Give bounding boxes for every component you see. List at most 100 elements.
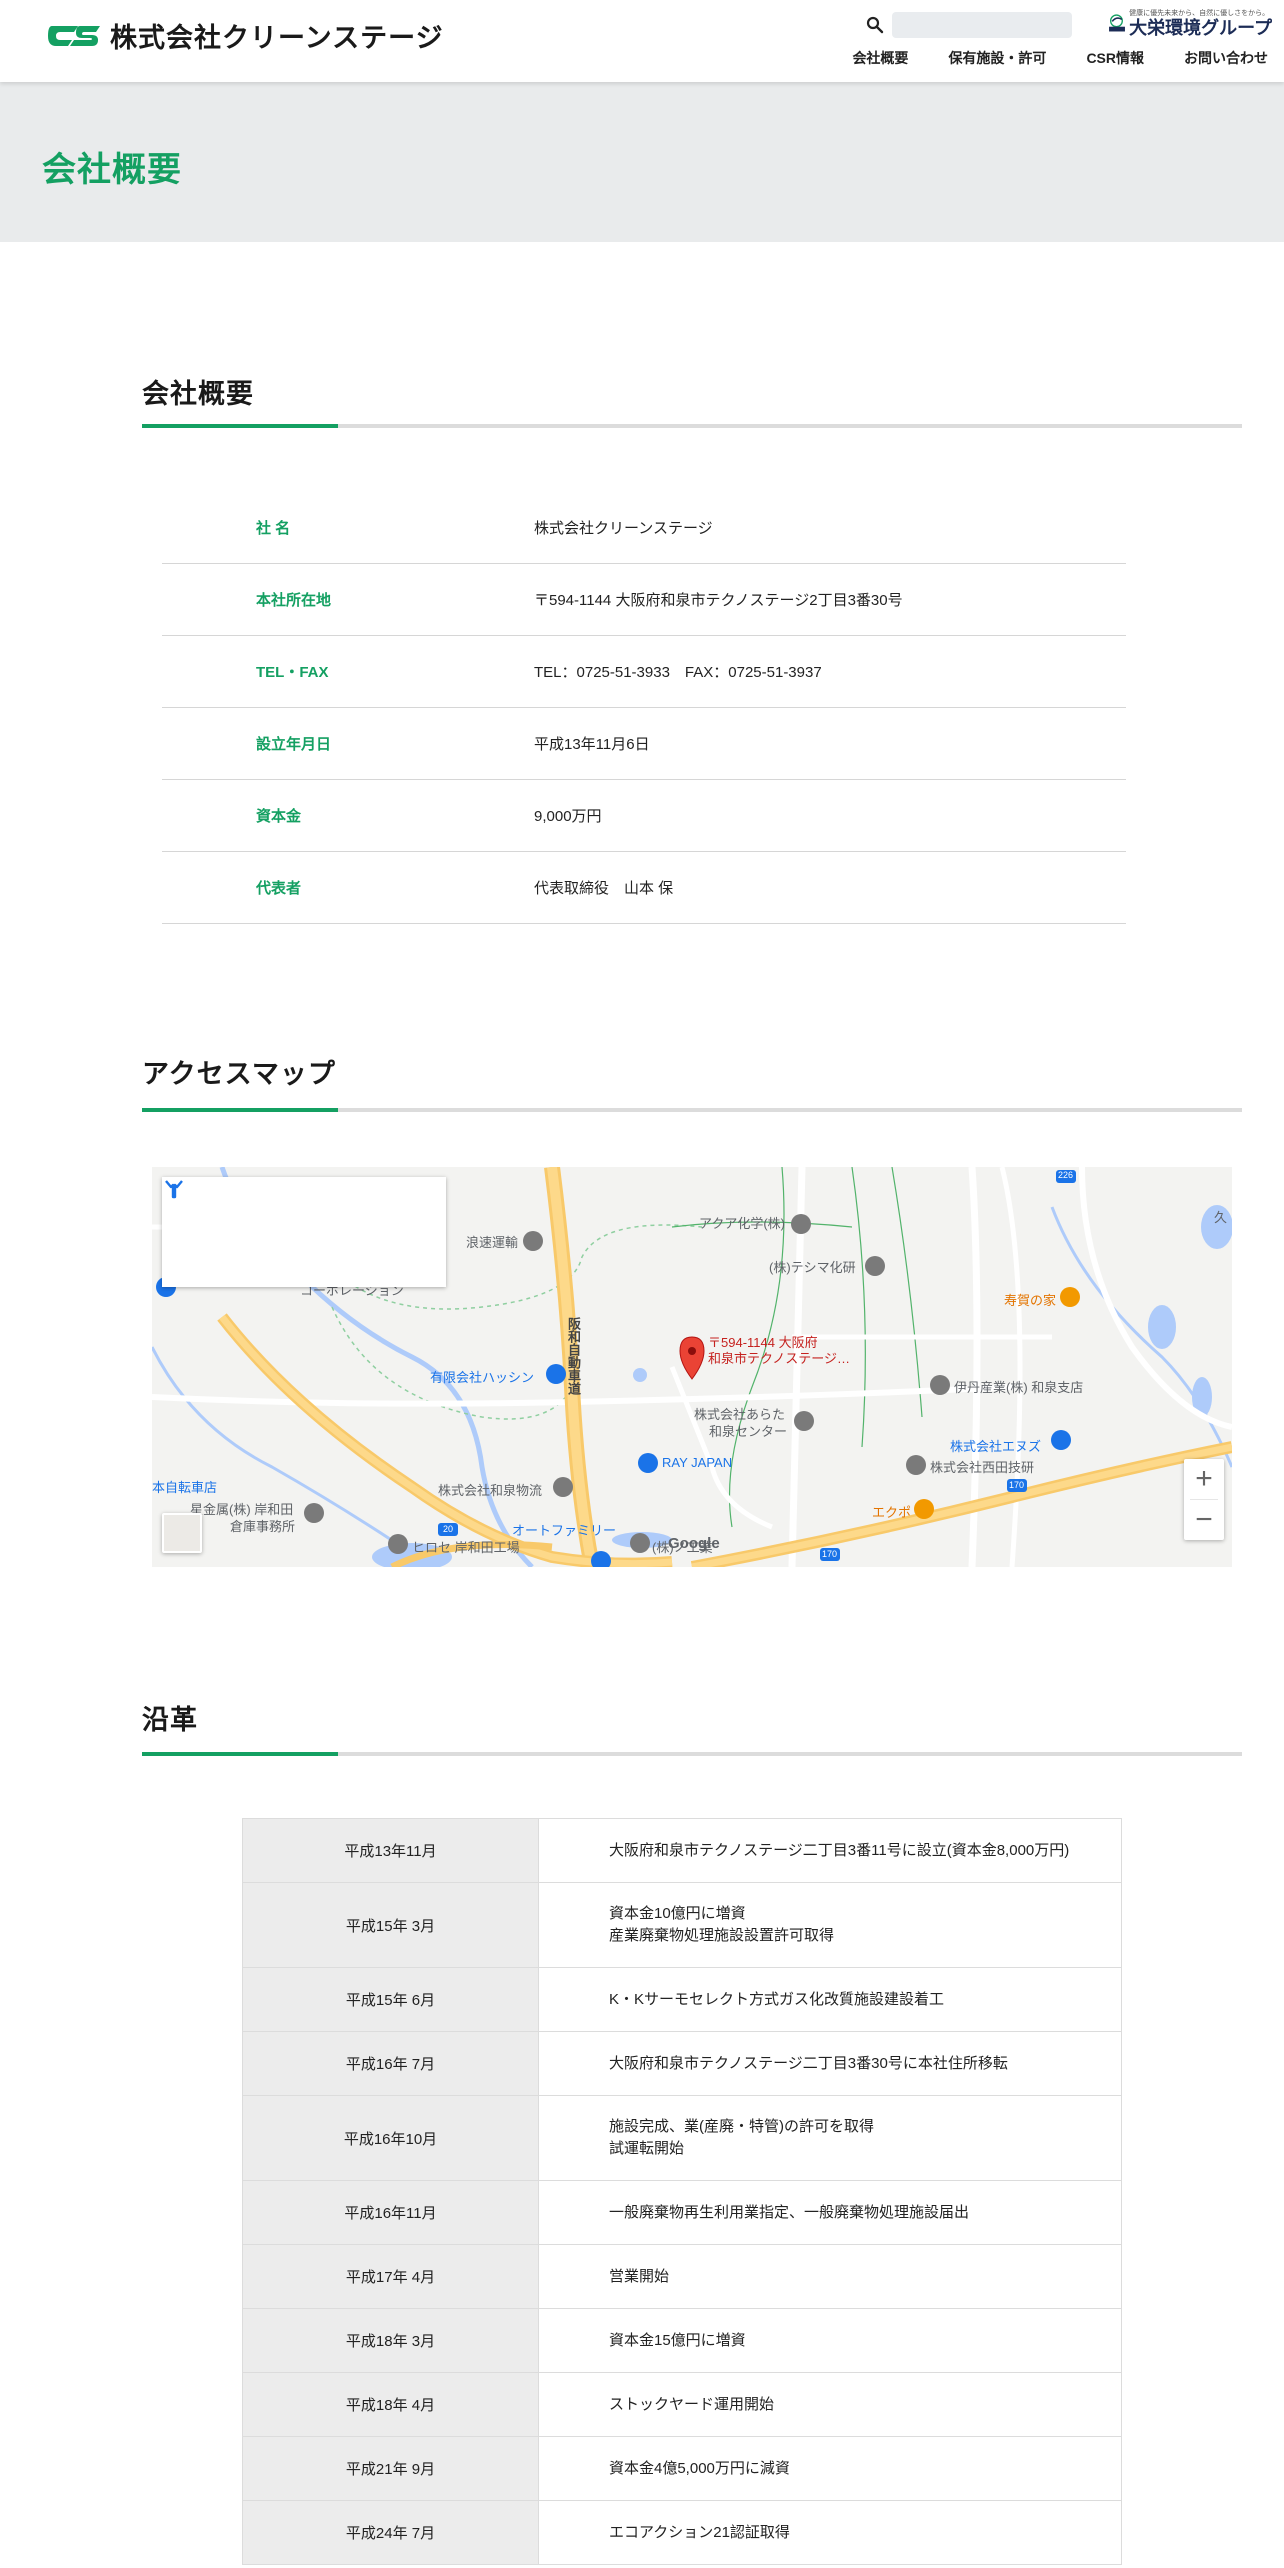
- history-line: 試運転開始: [609, 2140, 685, 2157]
- company-overview-table: 社 名 株式会社クリーンステージ 本社所在地 〒594-1144 大阪府和泉市テ…: [162, 492, 1126, 924]
- history-date: 平成17年 4月: [243, 2245, 539, 2308]
- history-text: 大阪府和泉市テクノステージ二丁目3番11号に設立(資本金8,000万円): [539, 1819, 1121, 1882]
- overview-row: 資本金 9,000万円: [162, 780, 1126, 852]
- history-row: 平成16年 7月 大阪府和泉市テクノステージ二丁目3番30号に本社住所移転: [243, 2032, 1121, 2096]
- history-line: 資本金4億5,000万円に減資: [609, 2459, 790, 2477]
- history-date: 平成16年10月: [243, 2096, 539, 2180]
- nav-csr[interactable]: CSR情報: [1086, 48, 1144, 68]
- google-map[interactable]: アクア化学(株) (株)テシマ化研 浪速運輸 コーポレーション 有限会社ハッシン…: [152, 1167, 1232, 1567]
- map-place-label: 浪速運輸: [466, 1235, 519, 1250]
- history-line: 大阪府和泉市テクノステージ二丁目3番30号に本社住所移転: [609, 2054, 1008, 2072]
- history-line: 資本金15億円に増資: [609, 2331, 746, 2349]
- map-place-label: 株式会社西田技研: [930, 1460, 1035, 1475]
- history-row: 平成13年11月 大阪府和泉市テクノステージ二丁目3番11号に設立(資本金8,0…: [243, 1819, 1121, 1883]
- history-text: エコアクション21認証取得: [539, 2501, 1121, 2564]
- history-line: 営業開始: [609, 2267, 670, 2285]
- zoom-out-button[interactable]: −: [1184, 1500, 1224, 1540]
- overview-row: 設立年月日 平成13年11月6日: [162, 708, 1126, 780]
- group-tagline: 健康に優先未来から、自然に優しさをから。: [1129, 9, 1270, 17]
- history-date: 平成24年 7月: [243, 2501, 539, 2564]
- dins-logo-icon: [1109, 14, 1125, 32]
- overview-row: 社 名 株式会社クリーンステージ: [162, 492, 1126, 564]
- map-marker-label: 和泉市テクノステージ…: [708, 1351, 850, 1366]
- main-nav: 会社概要 保有施設・許可 CSR情報 お問い合わせ: [812, 48, 1268, 68]
- history-row: 平成21年 9月 資本金4億5,000万円に減資: [243, 2437, 1121, 2501]
- history-line: 大阪府和泉市テクノステージ二丁目3番11号に設立(資本金8,000万円): [609, 1841, 1070, 1859]
- map-place-label: (株)テシマ化研: [769, 1260, 856, 1275]
- history-line: ストックヤード運用開始: [609, 2395, 775, 2413]
- section-divider: [142, 1108, 1242, 1112]
- history-row: 平成17年 4月 営業開始: [243, 2245, 1121, 2309]
- map-type-toggle[interactable]: [162, 1513, 202, 1553]
- history-text: 大阪府和泉市テクノステージ二丁目3番30号に本社住所移転: [539, 2032, 1121, 2095]
- history-line: 施設完成、業(産廃・特管)の許可を取得: [609, 2118, 874, 2135]
- overview-row: 本社所在地 〒594-1144 大阪府和泉市テクノステージ2丁目3番30号: [162, 564, 1126, 636]
- site-search: [866, 12, 1072, 38]
- history-row: 平成16年10月 施設完成、業(産廃・特管)の許可を取得 試運転開始: [243, 2096, 1121, 2181]
- map-road-label: 阪和自動車道: [566, 1317, 581, 1395]
- map-zoom-controls: + −: [1184, 1459, 1224, 1540]
- overview-label: 社 名: [256, 520, 291, 537]
- history-line: K・Kサーモセレクト方式ガス化改質施設建設着工: [609, 1990, 945, 2008]
- map-place-label: 伊丹産業(株) 和泉支店: [954, 1380, 1084, 1395]
- history-text: 資本金15億円に増資: [539, 2309, 1121, 2372]
- history-text: 一般廃棄物再生利用業指定、一般廃棄物処理施設届出: [539, 2181, 1121, 2244]
- overview-label: 代表者: [256, 880, 302, 897]
- section-title: アクセスマップ: [142, 1059, 336, 1089]
- history-text: 営業開始: [539, 2245, 1121, 2308]
- group-logo[interactable]: 健康に優先未来から、自然に優しさをから。 大栄環境グループ: [1108, 6, 1272, 40]
- route-number-label: 170: [822, 1549, 838, 1559]
- map-marker-label: 〒594-1144 大阪府: [708, 1335, 818, 1350]
- map-place-label: オートファミリー: [512, 1523, 617, 1538]
- history-text: 施設完成、業(産廃・特管)の許可を取得 試運転開始: [539, 2096, 1121, 2180]
- history-table: 平成13年11月 大阪府和泉市テクノステージ二丁目3番11号に設立(資本金8,0…: [242, 1818, 1122, 2565]
- search-input[interactable]: [892, 12, 1072, 38]
- history-row: 平成16年11月 一般廃棄物再生利用業指定、一般廃棄物処理施設届出: [243, 2181, 1121, 2245]
- overview-label: 設立年月日: [256, 736, 332, 753]
- history-text: K・Kサーモセレクト方式ガス化改質施設建設着工: [539, 1968, 1121, 2031]
- map-place-label: アクア化学(株): [699, 1216, 786, 1231]
- overview-row: 代表者 代表取締役 山本 保: [162, 852, 1126, 924]
- map-place-label: 和泉センター: [709, 1424, 788, 1439]
- map-place-label: 株式会社エヌズ: [950, 1439, 1042, 1454]
- map-place-label: 有限会社ハッシン: [430, 1370, 535, 1385]
- overview-value: 株式会社クリーンステージ: [534, 520, 713, 537]
- section-title: 沿革: [142, 1705, 198, 1735]
- directions-icon[interactable]: [162, 1177, 184, 1199]
- zoom-in-button[interactable]: +: [1184, 1459, 1224, 1499]
- section-title: 会社概要: [142, 379, 254, 409]
- group-logo-text: 健康に優先未来から、自然に優しさをから。 大栄環境グループ: [1129, 9, 1272, 38]
- history-date: 平成15年 3月: [243, 1883, 539, 1967]
- map-info-card: [162, 1177, 446, 1287]
- history-text: ストックヤード運用開始: [539, 2373, 1121, 2436]
- nav-contact[interactable]: お問い合わせ: [1184, 48, 1268, 68]
- google-logo: Google: [668, 1535, 720, 1552]
- history-date: 平成15年 6月: [243, 1968, 539, 2031]
- nav-company-overview[interactable]: 会社概要: [852, 48, 908, 68]
- map-place-label: 久: [1214, 1210, 1228, 1225]
- search-icon[interactable]: [866, 16, 884, 34]
- section-divider: [142, 424, 1242, 428]
- map-place-label: RAY JAPAN: [662, 1455, 733, 1470]
- history-line: 産業廃棄物処理施設設置許可取得: [609, 1927, 835, 1944]
- history-date: 平成18年 3月: [243, 2309, 539, 2372]
- history-text: 資本金4億5,000万円に減資: [539, 2437, 1121, 2500]
- history-line: 資本金10億円に増資: [609, 1905, 746, 1922]
- overview-label: 本社所在地: [256, 592, 332, 609]
- route-number-label: 170: [1009, 1480, 1025, 1490]
- map-place-label: 倉庫事務所: [230, 1519, 296, 1534]
- access-section-heading: アクセスマップ: [142, 1052, 1242, 1112]
- site-header: 株式会社クリーンステージ 健康に優先未来から、自然に優しさをから。 大栄環境グル…: [0, 0, 1284, 82]
- site-logo[interactable]: 株式会社クリーンステージ: [48, 18, 444, 53]
- section-divider: [142, 1752, 1242, 1756]
- route-number-label: 226: [1058, 1170, 1074, 1180]
- page-title-band: 会社概要: [0, 82, 1284, 242]
- history-date: 平成18年 4月: [243, 2373, 539, 2436]
- map-place-label: ヒロセ 岸和田工場: [412, 1540, 520, 1555]
- history-row: 平成15年 6月 K・Kサーモセレクト方式ガス化改質施設建設着工: [243, 1968, 1121, 2032]
- nav-facilities-permits[interactable]: 保有施設・許可: [948, 48, 1046, 68]
- history-line: 一般廃棄物再生利用業指定、一般廃棄物処理施設届出: [609, 2203, 970, 2221]
- history-row: 平成15年 3月 資本金10億円に増資 産業廃棄物処理施設設置許可取得: [243, 1883, 1121, 1968]
- map-place-label: エクポ: [872, 1505, 912, 1520]
- overview-label: 資本金: [256, 808, 302, 825]
